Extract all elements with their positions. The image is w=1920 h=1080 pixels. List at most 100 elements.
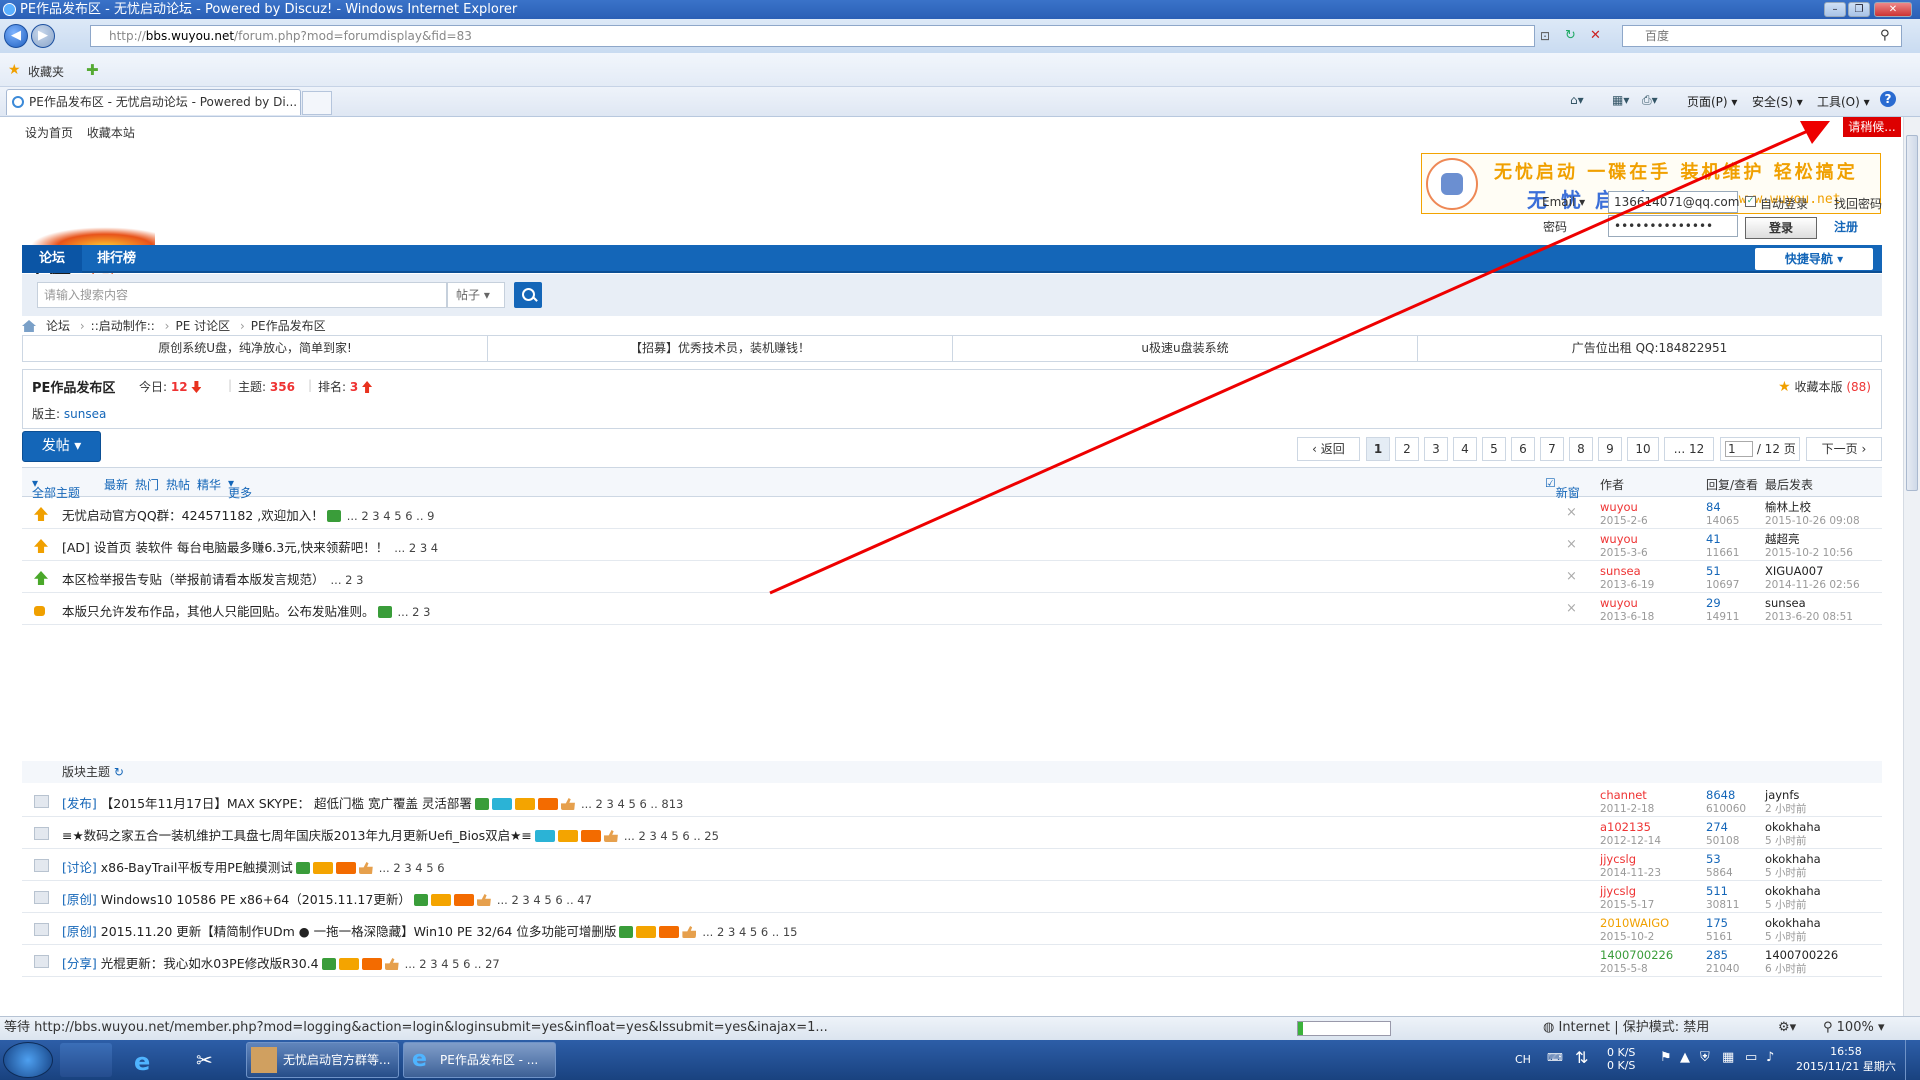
- page-link[interactable]: 2: [1395, 437, 1419, 461]
- moderator-link[interactable]: sunsea: [64, 407, 106, 421]
- thread-author[interactable]: channet 2011-2-18: [1600, 788, 1654, 816]
- next-page-button[interactable]: 下一页 ›: [1806, 437, 1882, 461]
- filter-digest[interactable]: 精华: [197, 476, 221, 493]
- desktop-icon[interactable]: [60, 1043, 112, 1077]
- favorites-button[interactable]: 收藏夹: [28, 63, 64, 80]
- page-link[interactable]: 7: [1540, 437, 1564, 461]
- taskbar-item-qq[interactable]: 无忧启动官方群等...: [246, 1042, 399, 1078]
- zone-indicator[interactable]: ◍ Internet | 保护模式: 禁用: [1543, 1017, 1709, 1039]
- thread-lastpost[interactable]: jaynfs 2 小时前: [1765, 788, 1807, 816]
- tools-menu[interactable]: 工具(O) ▾: [1817, 93, 1870, 110]
- refresh-icon[interactable]: ↻: [1565, 28, 1576, 43]
- hide-thread-icon[interactable]: ×: [1566, 601, 1577, 616]
- tray-arrow-icon[interactable]: ▲: [1680, 1050, 1690, 1065]
- thread-lastpost[interactable]: sunsea 2013-6-20 08:51: [1765, 596, 1853, 624]
- search-type-select[interactable]: 帖子 ▾: [447, 282, 505, 308]
- page-link[interactable]: 1: [1366, 437, 1390, 461]
- register-link[interactable]: 注册: [1834, 218, 1858, 235]
- table-row[interactable]: ≡★数码之家五合一装机维护工具盘七周年国庆版2013年九月更新Uefi_Bios…: [22, 817, 1882, 849]
- filter-more[interactable]: 更多 ▾: [228, 476, 252, 500]
- new-tab-button[interactable]: [302, 91, 332, 115]
- bookmark-site-link[interactable]: 收藏本站: [87, 126, 135, 140]
- feeds-icon[interactable]: ▦▾: [1612, 93, 1629, 107]
- thread-lastpost[interactable]: 1400700226 6 小时前: [1765, 948, 1838, 976]
- address-input[interactable]: http://bbs.wuyou.net/forum.php?mod=forum…: [90, 25, 1535, 47]
- ad-link[interactable]: 原创系统U盘，纯净放心，简单到家!: [23, 336, 488, 361]
- table-row[interactable]: 本版只允许发布作品，其他人只能回贴。公布发贴准则。... 2 3 × wuyou…: [22, 593, 1882, 625]
- home-icon[interactable]: [22, 320, 36, 332]
- filter-latest[interactable]: 最新: [104, 476, 128, 493]
- page-jump-field[interactable]: 1 / 12 页: [1720, 437, 1800, 461]
- zoom-control[interactable]: ⚲ 100% ▾: [1823, 1017, 1885, 1039]
- hide-thread-icon[interactable]: ×: [1566, 569, 1577, 584]
- stop-icon[interactable]: ✕: [1590, 28, 1601, 43]
- find-password-link[interactable]: 找回密码: [1834, 195, 1882, 212]
- close-window-button[interactable]: ✕: [1874, 2, 1912, 17]
- home-icon[interactable]: ⌂▾: [1570, 93, 1584, 107]
- thread-author[interactable]: sunsea 2013-6-19: [1600, 564, 1654, 592]
- maximize-button[interactable]: ❐: [1848, 2, 1870, 17]
- table-row[interactable]: [分享] 光棍更新：我心如水03PE修改版R30.4... 2 3 4 5 6 …: [22, 945, 1882, 977]
- table-row[interactable]: [原创] 2015.11.20 更新【精简制作UDm ● 一拖一格深隐藏】Win…: [22, 913, 1882, 945]
- clock[interactable]: 16:58 2015/11/21 星期六: [1796, 1044, 1896, 1074]
- vertical-scrollbar[interactable]: [1903, 117, 1920, 1016]
- show-desktop-button[interactable]: [1905, 1040, 1920, 1080]
- thread-title[interactable]: [原创] 2015.11.20 更新【精简制作UDm ● 一拖一格深隐藏】Win…: [62, 921, 797, 940]
- thread-title[interactable]: 本区检举报告专贴（举报前请看本版发言规范）... 2 3: [62, 569, 363, 588]
- table-row[interactable]: 本区检举报告专贴（举报前请看本版发言规范）... 2 3 × sunsea 201…: [22, 561, 1882, 593]
- thread-author[interactable]: 2010WAIGO 2015-10-2: [1600, 916, 1669, 944]
- page-link[interactable]: ... 12: [1664, 437, 1714, 461]
- page-jump-input[interactable]: 1: [1725, 441, 1753, 457]
- crumb-category[interactable]: ::启动制作::: [91, 319, 155, 333]
- hide-thread-icon[interactable]: ×: [1566, 505, 1577, 520]
- thread-title[interactable]: 本版只允许发布作品，其他人只能回贴。公布发贴准则。... 2 3: [62, 601, 430, 620]
- filter-hot[interactable]: 热门: [135, 476, 159, 493]
- page-link[interactable]: 3: [1424, 437, 1448, 461]
- taskbar-item-ie[interactable]: e PE作品发布区 - ...: [403, 1042, 556, 1078]
- thread-author[interactable]: jjycslg 2015-5-17: [1600, 884, 1654, 912]
- thread-author[interactable]: wuyou 2013-6-18: [1600, 596, 1654, 624]
- thread-lastpost[interactable]: 榆林上校 2015-10-26 09:08: [1765, 500, 1860, 528]
- thread-title[interactable]: [讨论] x86-BayTrail平板专用PE触摸测试... 2 3 4 5 6: [62, 857, 445, 876]
- print-icon[interactable]: ⎙▾: [1642, 93, 1658, 108]
- thread-lastpost[interactable]: 越超亮 2015-10-2 10:56: [1765, 532, 1853, 560]
- thread-author[interactable]: 1400700226 2015-5-8: [1600, 948, 1673, 976]
- crumb-current[interactable]: PE作品发布区: [251, 319, 326, 333]
- forward-button[interactable]: ▶: [31, 24, 55, 48]
- help-icon[interactable]: ?: [1880, 91, 1896, 107]
- thread-title[interactable]: [分享] 光棍更新：我心如水03PE修改版R30.4... 2 3 4 5 6 …: [62, 953, 500, 972]
- hide-thread-icon[interactable]: ×: [1566, 537, 1577, 552]
- pager-back[interactable]: ‹ 返回: [1297, 437, 1360, 461]
- password-field[interactable]: ••••••••••••••: [1608, 215, 1738, 237]
- crumb-subforum[interactable]: PE 讨论区: [175, 319, 230, 333]
- new-window-toggle[interactable]: ☑ 新窗: [1545, 476, 1580, 500]
- thread-lastpost[interactable]: okokhaha 5 小时前: [1765, 916, 1821, 944]
- page-menu[interactable]: 页面(P) ▾: [1687, 93, 1737, 110]
- page-link[interactable]: 10: [1627, 437, 1659, 461]
- table-row[interactable]: [原创] Windows10 10586 PE x86+64（2015.11.1…: [22, 881, 1882, 913]
- page-link[interactable]: 9: [1598, 437, 1622, 461]
- thread-title[interactable]: [发布] 【2015年11月17日】MAX SKYPE： 超低门槛 宽广覆盖 灵…: [62, 793, 683, 812]
- safety-menu[interactable]: 安全(S) ▾: [1752, 93, 1803, 110]
- search-go-icon[interactable]: ⚲: [1880, 28, 1890, 43]
- add-favorite-icon[interactable]: ✚: [86, 61, 99, 79]
- email-field[interactable]: 136614071@qq.com: [1608, 191, 1739, 213]
- filter-heat[interactable]: 热帖: [166, 476, 190, 493]
- scrollbar-thumb[interactable]: [1906, 135, 1918, 491]
- thread-author[interactable]: wuyou 2015-3-6: [1600, 532, 1648, 560]
- forum-search-input[interactable]: 请输入搜索内容: [37, 282, 447, 308]
- ad-link[interactable]: 广告位出租 QQ:184822951: [1418, 336, 1881, 361]
- start-button[interactable]: [3, 1042, 53, 1078]
- thread-title[interactable]: 无忧启动官方QQ群：424571182 ,欢迎加入！... 2 3 4 5 6 …: [62, 505, 434, 524]
- thread-author[interactable]: jjycslg 2014-11-23: [1600, 852, 1661, 880]
- compat-icon[interactable]: ⊡: [1540, 29, 1550, 43]
- page-link[interactable]: 5: [1482, 437, 1506, 461]
- language-indicator[interactable]: CH: [1515, 1053, 1531, 1066]
- thread-title[interactable]: ≡★数码之家五合一装机维护工具盘七周年国庆版2013年九月更新Uefi_Bios…: [62, 825, 719, 844]
- new-post-button[interactable]: 发帖 ▾: [22, 431, 101, 462]
- tray-shield-icon[interactable]: ⛨: [1700, 1050, 1710, 1065]
- set-homepage-link[interactable]: 设为首页: [25, 126, 73, 140]
- nav-forum[interactable]: 论坛: [22, 245, 82, 273]
- back-button[interactable]: ◀: [4, 24, 28, 48]
- volume-icon[interactable]: ♪: [1766, 1050, 1774, 1065]
